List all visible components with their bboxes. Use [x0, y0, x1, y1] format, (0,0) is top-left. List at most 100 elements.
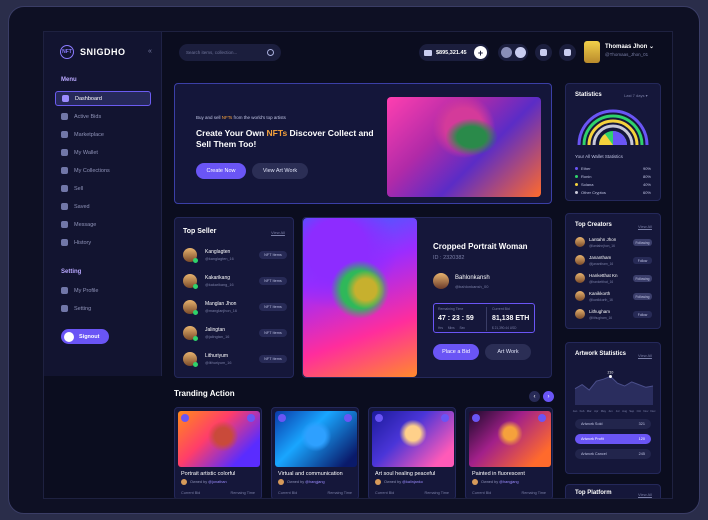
list-item[interactable]: Lithugham @lithugham_16 Follow — [575, 309, 652, 325]
trending-card[interactable]: Virtual and communication Owned by @hang… — [271, 407, 359, 498]
nft-items-badge[interactable]: NFT Items — [259, 355, 287, 363]
sidebar-item-dashboard[interactable]: Dashboard — [55, 91, 151, 106]
user-name[interactable]: Thomaas Jhon ⌄ — [605, 43, 654, 50]
nft-items-badge[interactable]: NFT Items — [259, 277, 287, 285]
sidebar-item-label: My Profile — [74, 287, 99, 294]
creator-name: Lithugham — [589, 309, 611, 314]
place-bid-button[interactable]: Place a Bid — [433, 344, 479, 360]
follow-button[interactable]: Follow — [633, 257, 652, 264]
list-item[interactable]: Janantham @janantham_16 Follow — [575, 255, 652, 271]
hero-subtitle: Buy and sell NFTs from the world's top a… — [196, 115, 286, 120]
legend-item: Solana 40% — [575, 182, 651, 187]
view-art-work-button[interactable]: View Art Work — [252, 163, 308, 179]
featured-artwork-image[interactable] — [303, 218, 417, 377]
device-frame: NFT SNIGDHO « Menu Dashboard Active Bids… — [8, 6, 700, 514]
list-item[interactable]: Hanketthat Kn @hanketthat_16 Following — [575, 273, 652, 289]
avatar[interactable] — [433, 273, 449, 289]
sidebar: NFT SNIGDHO « Menu Dashboard Active Bids… — [44, 32, 162, 376]
favorite-icon[interactable] — [181, 414, 189, 422]
sidebar-item-label: Dashboard — [75, 95, 102, 102]
setting-title: Setting — [61, 269, 82, 275]
theme-toggle[interactable] — [498, 44, 528, 61]
artwork-cancel-row[interactable]: Artwork Cancel 245 — [575, 449, 651, 459]
sidebar-item-message[interactable]: Message — [55, 217, 151, 232]
avatar[interactable] — [584, 41, 600, 63]
sidebar-item-my-profile[interactable]: My Profile — [55, 283, 151, 298]
favorite-icon[interactable] — [278, 414, 286, 422]
x-tick-label: Mar — [587, 409, 592, 413]
trending-card[interactable]: Portrait artistic colorful Owned by @jon… — [174, 407, 262, 498]
nft-items-badge[interactable]: NFT Items — [259, 251, 287, 259]
more-icon[interactable] — [538, 414, 546, 422]
sidebar-item-my-collections[interactable]: My Collections — [55, 163, 151, 178]
notifications-button[interactable] — [559, 44, 576, 61]
wallet-balance[interactable]: $895,321.45 + — [419, 44, 489, 61]
moon-icon — [515, 47, 526, 58]
trending-card[interactable]: Art soul healing peaceful Owned by @kali… — [368, 407, 456, 498]
sidebar-item-sell[interactable]: Sell — [55, 181, 151, 196]
signout-button[interactable]: Signout — [61, 329, 109, 344]
search-input[interactable]: Search items, collection... — [179, 44, 281, 61]
top-seller-view-all-link[interactable]: View All — [271, 230, 285, 235]
favorite-icon[interactable] — [375, 414, 383, 422]
remaining-time-label: Remaing Time — [424, 491, 449, 495]
trending-card[interactable]: Painted in fluorescent Owned by @hangjan… — [465, 407, 553, 498]
create-now-button[interactable]: Create Now — [196, 163, 246, 179]
nft-items-badge[interactable]: NFT Items — [259, 303, 287, 311]
more-icon[interactable] — [247, 414, 255, 422]
prev-arrow-button[interactable]: ‹ — [529, 391, 540, 402]
avatar — [575, 237, 585, 247]
sidebar-item-marketplace[interactable]: Marketplace — [55, 127, 151, 142]
follow-button[interactable]: Following — [633, 293, 652, 300]
artwork-statistics-view-all-link[interactable]: View All — [638, 353, 652, 358]
more-icon[interactable] — [344, 414, 352, 422]
artwork-profit-row[interactable]: Artwork Profit 120 — [575, 434, 651, 444]
sidebar-item-active-bids[interactable]: Active Bids — [55, 109, 151, 124]
legend-dot — [575, 183, 578, 186]
sidebar-item-my-wallet[interactable]: My Wallet — [55, 145, 151, 160]
wallet-icon — [61, 149, 68, 156]
list-item[interactable]: Jalingtan @jalingtan_16 NFT Items — [183, 324, 287, 346]
collapse-sidebar-icon[interactable]: « — [148, 48, 152, 55]
chart-peak-label: 210 — [608, 370, 614, 374]
add-funds-button[interactable]: + — [474, 46, 487, 59]
x-tick-label: Oct — [637, 409, 642, 413]
user-handle: @Thomaas_Jhon_01 — [605, 52, 649, 57]
sidebar-item-label: Setting — [74, 305, 92, 312]
sidebar-item-setting[interactable]: Setting — [55, 301, 151, 316]
artwork-sold-row[interactable]: Artwork Sold 321 — [575, 419, 651, 429]
top-creators-view-all-link[interactable]: View All — [638, 224, 652, 229]
verified-icon — [193, 362, 198, 367]
x-tick-label: Jan — [573, 409, 578, 413]
follow-button[interactable]: Following — [633, 275, 652, 282]
brand[interactable]: NFT SNIGDHO — [60, 45, 126, 59]
list-item[interactable]: Kanikkorth @kanikkorth_16 Following — [575, 291, 652, 307]
list-item[interactable]: Lantahn Jhon @lantahnjhon_16 Following — [575, 237, 652, 253]
legend-item: Ether 90% — [575, 166, 651, 171]
art-work-button[interactable]: Art Work — [485, 344, 531, 360]
creator-handle: @lithugham_16 — [589, 316, 613, 320]
list-item[interactable]: Kanglagten @kanglagten_16 NFT Items — [183, 246, 287, 268]
favorite-icon[interactable] — [472, 414, 480, 422]
sidebar-item-history[interactable]: History — [55, 235, 151, 250]
list-item[interactable]: Manglan Jhon @manglanjhon_16 NFT Items — [183, 298, 287, 320]
statistics-range-dropdown[interactable]: Last 7 days ▾ — [624, 93, 648, 98]
next-arrow-button[interactable]: › — [543, 391, 554, 402]
favorites-button[interactable] — [535, 44, 552, 61]
sidebar-item-saved[interactable]: Saved — [55, 199, 151, 214]
search-icon[interactable] — [267, 49, 274, 56]
list-item[interactable]: Lithuriyum @lithuriyum_16 NFT Items — [183, 350, 287, 372]
remaining-time-label: Remaining Time — [438, 307, 464, 311]
list-item[interactable]: Kakarikang @kakarikang_16 NFT Items — [183, 272, 287, 294]
heart-icon — [61, 167, 68, 174]
top-platform-view-all-link[interactable]: View All — [638, 492, 652, 497]
follow-button[interactable]: Follow — [633, 311, 652, 318]
follow-button[interactable]: Following — [633, 239, 652, 246]
brand-name: SNIGDHO — [80, 47, 126, 57]
sidebar-item-label: Marketplace — [74, 131, 104, 138]
top-seller-panel: Top Seller View All Kanglagten @kanglagte… — [174, 217, 294, 378]
avatar — [375, 479, 381, 485]
more-icon[interactable] — [441, 414, 449, 422]
nft-items-badge[interactable]: NFT Items — [259, 329, 287, 337]
card-owner: Owned by @jonathan — [190, 480, 227, 484]
